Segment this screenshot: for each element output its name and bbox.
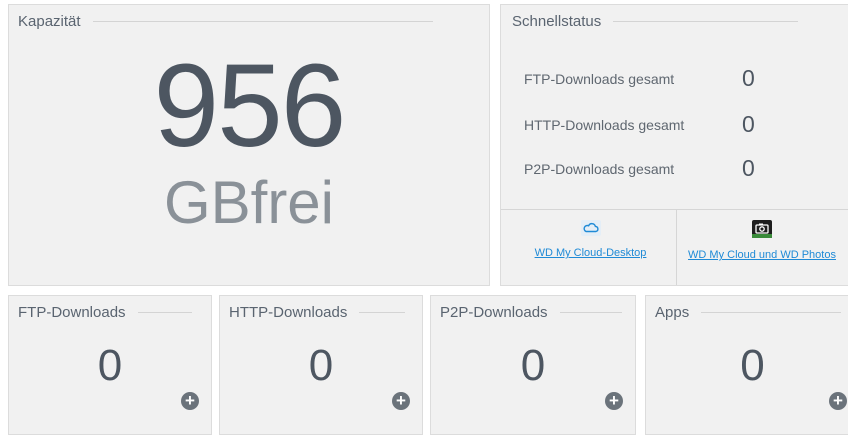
tile-value: 0 [520, 341, 546, 390]
title-divider [359, 312, 406, 313]
tile-apps: Apps 0 + [645, 295, 848, 435]
app-link-photos[interactable]: WD My Cloud und WD Photos [677, 220, 847, 261]
cloud-icon [580, 220, 601, 236]
tile-title-row: FTP-Downloads [18, 304, 192, 321]
quick-status-value: 0 [742, 65, 755, 91]
tile-title: Apps [655, 304, 690, 321]
capacity-title-row: Kapazität [18, 13, 433, 30]
quick-status-row-ftp: FTP-Downloads gesamt 0 [524, 65, 755, 92]
quick-status-label: FTP-Downloads gesamt [524, 70, 675, 87]
quick-status-row-http: HTTP-Downloads gesamt 0 [524, 111, 755, 138]
plus-icon[interactable]: + [829, 392, 847, 410]
tile-value: 0 [740, 341, 765, 390]
tile-title-row: HTTP-Downloads [229, 304, 406, 321]
tile-title-row: Apps [655, 304, 842, 321]
plus-icon[interactable]: + [181, 392, 199, 410]
app-link-desktop-label[interactable]: WD My Cloud-Desktop [523, 247, 658, 259]
quick-status-title: Schnellstatus [512, 13, 602, 30]
title-divider [92, 21, 433, 22]
quick-status-divider [501, 209, 848, 210]
title-divider [137, 312, 192, 313]
quick-status-panel: Schnellstatus FTP-Downloads gesamt 0 HTT… [500, 4, 848, 286]
title-divider [613, 21, 799, 22]
title-divider [559, 312, 622, 313]
quick-status-label: HTTP-Downloads gesamt [524, 116, 685, 133]
tile-title: P2P-Downloads [440, 304, 548, 321]
capacity-title: Kapazität [18, 13, 81, 30]
plus-icon[interactable]: + [605, 392, 623, 410]
tile-title: HTTP-Downloads [229, 304, 348, 321]
quick-status-label: P2P-Downloads gesamt [524, 160, 675, 177]
app-link-photos-label[interactable]: WD My Cloud und WD Photos [677, 249, 847, 261]
tile-value: 0 [308, 341, 334, 390]
quick-status-value: 0 [742, 111, 755, 137]
tile-p2p-downloads: P2P-Downloads 0 + [430, 295, 636, 435]
tile-value: 0 [97, 341, 123, 390]
tile-http-downloads: HTTP-Downloads 0 + [219, 295, 423, 435]
capacity-unit: GBfrei [163, 169, 335, 236]
app-link-desktop[interactable]: WD My Cloud-Desktop [523, 220, 658, 259]
capacity-value: 956 [153, 40, 347, 172]
quick-status-title-row: Schnellstatus [512, 13, 799, 30]
quick-status-row-p2p: P2P-Downloads gesamt 0 [524, 155, 755, 182]
tile-title: FTP-Downloads [18, 304, 126, 321]
title-divider [701, 312, 842, 313]
quick-status-value: 0 [742, 155, 755, 181]
capacity-panel: Kapazität 956 GBfrei [8, 4, 490, 286]
plus-icon[interactable]: + [392, 392, 410, 410]
tile-title-row: P2P-Downloads [440, 304, 622, 321]
camera-icon [752, 220, 772, 238]
tile-ftp-downloads: FTP-Downloads 0 + [8, 295, 212, 435]
